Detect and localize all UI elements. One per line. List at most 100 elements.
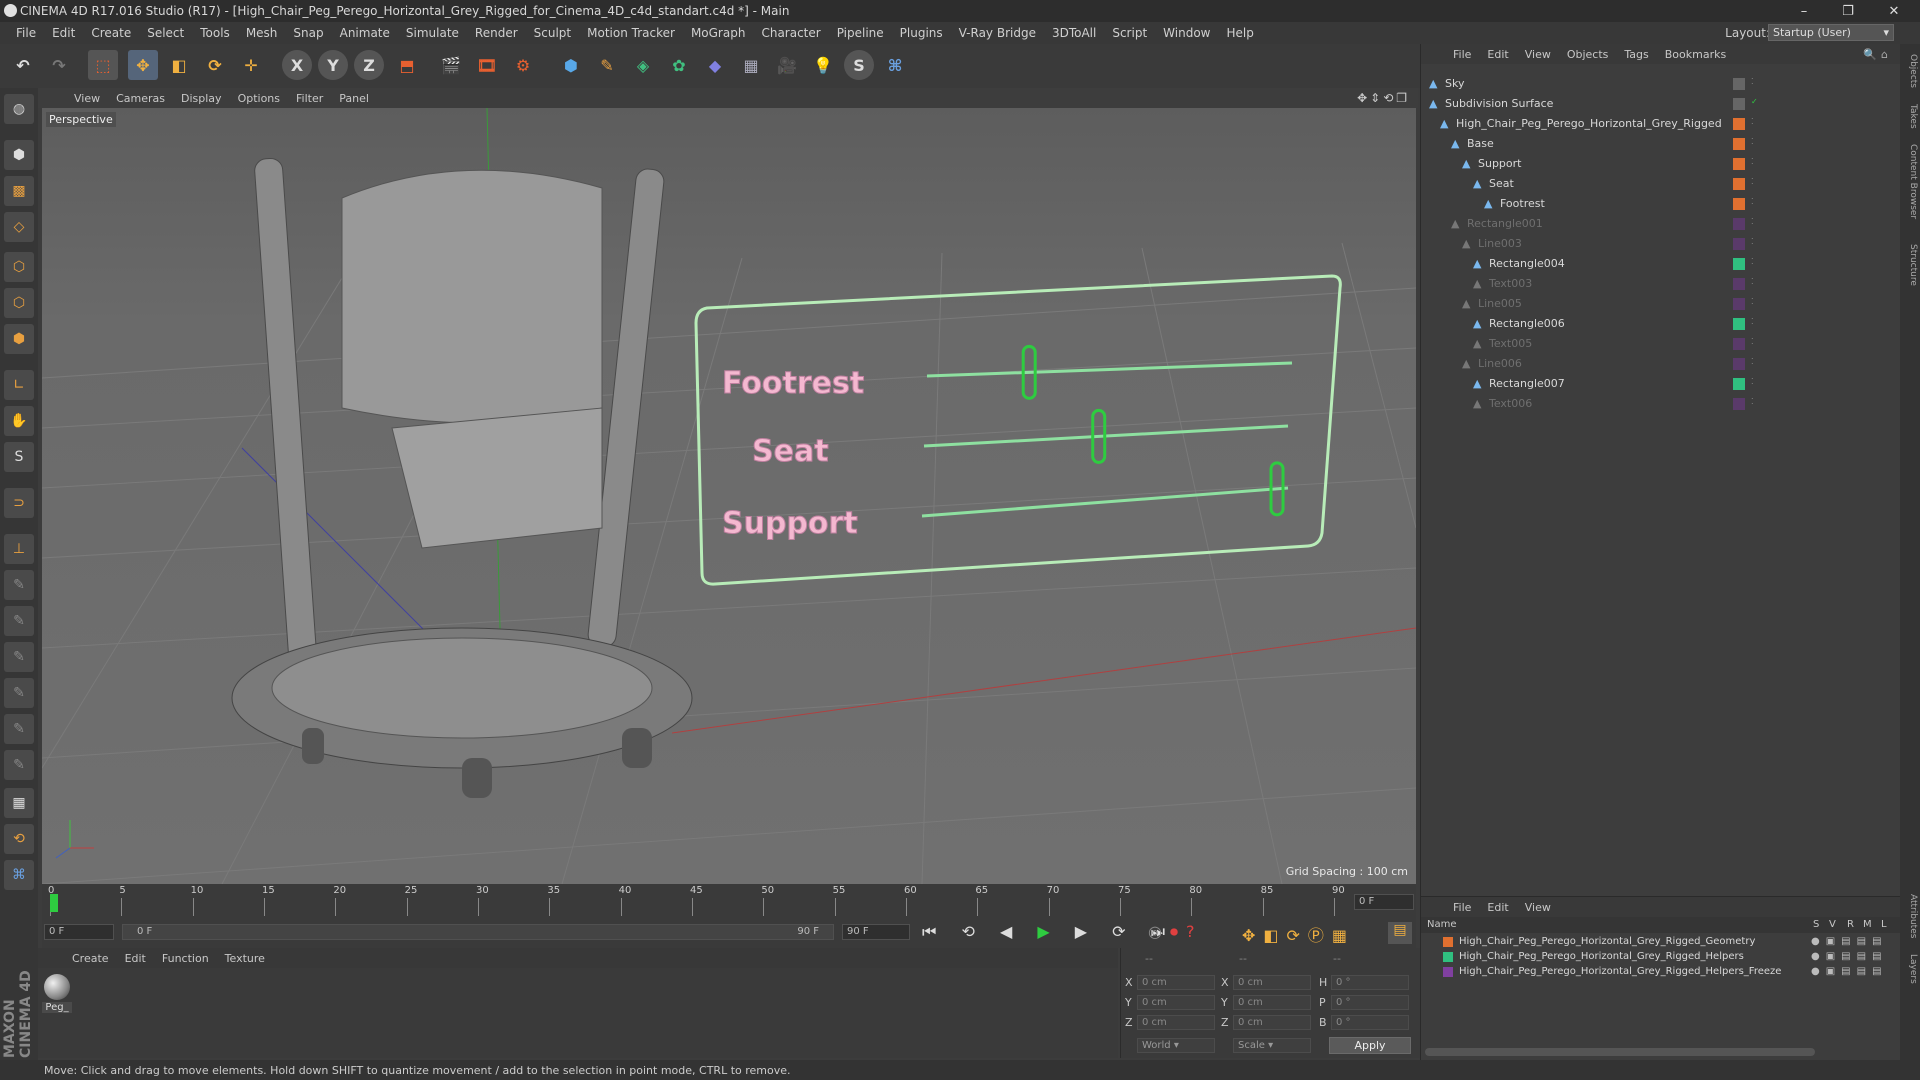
object-row[interactable]: ▲ Rectangle006 ⁚ <box>1421 314 1901 334</box>
objmgr-menu-objects[interactable]: Objects <box>1559 48 1617 61</box>
layer-color-swatch[interactable] <box>1443 967 1453 977</box>
object-row[interactable]: ▲ Rectangle001 ⁚ <box>1421 214 1901 234</box>
layer-color-tag[interactable] <box>1733 378 1745 390</box>
viewport-menu-filter[interactable]: Filter <box>288 92 331 105</box>
visibility-dots-icon[interactable]: ⁚ <box>1751 117 1754 126</box>
layer-color-tag[interactable] <box>1733 258 1745 270</box>
y-axis-icon[interactable]: Y <box>318 50 348 80</box>
menu-render[interactable]: Render <box>467 26 526 40</box>
transform-tool-icon[interactable]: ✛ <box>236 50 266 80</box>
start-frame-field[interactable]: 0 F <box>44 924 114 940</box>
visibility-dots-icon[interactable]: ⁚ <box>1751 197 1754 206</box>
object-row[interactable]: ▲ Rectangle007 ⁚ <box>1421 374 1901 394</box>
layer-color-tag[interactable] <box>1733 118 1745 130</box>
python-icon[interactable]: ⌘ <box>880 50 910 80</box>
coordinate-mode-select[interactable]: World ▾ <box>1137 1038 1215 1053</box>
menu-help[interactable]: Help <box>1218 26 1261 40</box>
rotation-h-field[interactable]: 0 ° <box>1331 975 1409 990</box>
layer-color-swatch[interactable] <box>1443 937 1453 947</box>
key-mode-icons[interactable]: ✥◧⟳Ⓟ▦ <box>1242 922 1355 946</box>
redo-icon[interactable]: ↷ <box>44 50 74 80</box>
visibility-dots-icon[interactable]: ⁚ <box>1751 277 1754 286</box>
object-row[interactable]: ▲ Text006 ⁚ <box>1421 394 1901 414</box>
menu-character[interactable]: Character <box>753 26 828 40</box>
workplane-icon[interactable]: ◇ <box>4 212 34 242</box>
layout-select[interactable]: Startup (User) ▾ <box>1768 24 1894 41</box>
polygons-mode-icon[interactable]: ⬢ <box>4 324 34 354</box>
size-y-field[interactable]: 0 cm <box>1233 995 1311 1010</box>
tweak-mode-icon[interactable]: ✋ <box>4 406 34 436</box>
objmgr-menu-tags[interactable]: Tags <box>1616 48 1656 61</box>
z-axis-icon[interactable]: Z <box>354 50 384 80</box>
position-x-field[interactable]: 0 cm <box>1137 975 1215 990</box>
object-row[interactable]: ▲ Sky ⁚ <box>1421 74 1901 94</box>
model-mode-icon[interactable]: ⬢ <box>4 140 34 170</box>
make-editable-icon[interactable]: ◍ <box>4 94 34 124</box>
layer-color-tag[interactable] <box>1733 398 1745 410</box>
rotation-b-field[interactable]: 0 ° <box>1331 1015 1409 1030</box>
laymgr-menu-edit[interactable]: Edit <box>1479 901 1516 914</box>
inflate-icon[interactable]: ✎ <box>4 750 34 780</box>
render-view-icon[interactable]: 🎬 <box>436 50 466 80</box>
python-console-icon[interactable]: ⌘ <box>4 860 34 890</box>
current-frame-field[interactable]: 0 F <box>1354 894 1414 910</box>
objmgr-menu-edit[interactable]: Edit <box>1479 48 1516 61</box>
timeline-window-icon[interactable]: ▤ <box>1388 922 1412 944</box>
viewport-menu-view[interactable]: View <box>66 92 108 105</box>
material-swatch[interactable]: Peg_ <box>42 972 72 1020</box>
material-menu-texture[interactable]: Texture <box>217 952 273 965</box>
layer-color-tag[interactable] <box>1733 278 1745 290</box>
brush-icon[interactable]: ✎ <box>4 570 34 600</box>
undo-icon[interactable]: ↶ <box>8 50 38 80</box>
menu-window[interactable]: Window <box>1155 26 1218 40</box>
layer-color-tag[interactable] <box>1733 318 1745 330</box>
menu-vray-bridge[interactable]: V-Ray Bridge <box>951 26 1044 40</box>
rotation-p-field[interactable]: 0 ° <box>1331 995 1409 1010</box>
apply-button[interactable]: Apply <box>1329 1037 1411 1054</box>
object-row[interactable]: ▲ Text003 ⁚ <box>1421 274 1901 294</box>
layer-color-tag[interactable] <box>1733 358 1745 370</box>
magnet-icon[interactable]: ⊃ <box>4 488 34 518</box>
layer-color-tag[interactable] <box>1733 78 1745 90</box>
layer-flags-icon[interactable]: ●▣▤▤▤ <box>1811 951 1888 962</box>
menu-mesh[interactable]: Mesh <box>238 26 286 40</box>
object-row[interactable]: ▲ Subdivision Surface ✓ <box>1421 94 1901 114</box>
visibility-dots-icon[interactable]: ⁚ <box>1751 177 1754 186</box>
visibility-dots-icon[interactable]: ⁚ <box>1751 397 1754 406</box>
side-tab-layers[interactable]: Layers <box>1902 954 1918 984</box>
object-row[interactable]: ▲ Base ⁚ <box>1421 134 1901 154</box>
coordinate-system-icon[interactable]: ⬒ <box>392 50 422 80</box>
paint-icon[interactable]: ✎ <box>4 642 34 672</box>
visibility-dots-icon[interactable]: ⁚ <box>1751 157 1754 166</box>
object-row[interactable]: ▲ Seat ⁚ <box>1421 174 1901 194</box>
viewport-menu-options[interactable]: Options <box>230 92 288 105</box>
objmgr-search-icons[interactable]: 🔍⌂ <box>1863 48 1892 61</box>
subdivision-icon[interactable]: ◈ <box>628 50 658 80</box>
sculpt-icon[interactable]: ✎ <box>4 606 34 636</box>
render-settings-icon[interactable]: ⚙ <box>508 50 538 80</box>
visibility-dots-icon[interactable]: ⁚ <box>1751 237 1754 246</box>
position-z-field[interactable]: 0 cm <box>1137 1015 1215 1030</box>
light-icon[interactable]: 💡 <box>808 50 838 80</box>
pinch-icon[interactable]: ✎ <box>4 678 34 708</box>
object-row[interactable]: ▲ Line003 ⁚ <box>1421 234 1901 254</box>
visibility-dots-icon[interactable]: ✓ <box>1751 97 1758 106</box>
menu-motion-tracker[interactable]: Motion Tracker <box>579 26 683 40</box>
objmgr-menu-bookmarks[interactable]: Bookmarks <box>1657 48 1734 61</box>
move-tool-icon[interactable]: ✥ <box>128 50 158 80</box>
layer-color-tag[interactable] <box>1733 98 1745 110</box>
objmgr-menu-view[interactable]: View <box>1517 48 1559 61</box>
visibility-dots-icon[interactable]: ⁚ <box>1751 317 1754 326</box>
layer-flags-icon[interactable]: ●▣▤▤▤ <box>1811 936 1888 947</box>
playhead[interactable] <box>50 894 58 912</box>
menu-sculpt[interactable]: Sculpt <box>526 26 579 40</box>
object-row[interactable]: ▲ Line006 ⁚ <box>1421 354 1901 374</box>
cube-icon[interactable]: ⬢ <box>556 50 586 80</box>
visibility-dots-icon[interactable]: ⁚ <box>1751 297 1754 306</box>
side-tab-structure[interactable]: Structure <box>1902 244 1918 286</box>
autokey-icon[interactable]: ? <box>1186 922 1203 941</box>
layer-row[interactable]: High_Chair_Peg_Perego_Horizontal_Grey_Ri… <box>1421 965 1901 980</box>
size-z-field[interactable]: 0 cm <box>1233 1015 1311 1030</box>
layer-color-tag[interactable] <box>1733 178 1745 190</box>
menu-file[interactable]: File <box>8 26 44 40</box>
